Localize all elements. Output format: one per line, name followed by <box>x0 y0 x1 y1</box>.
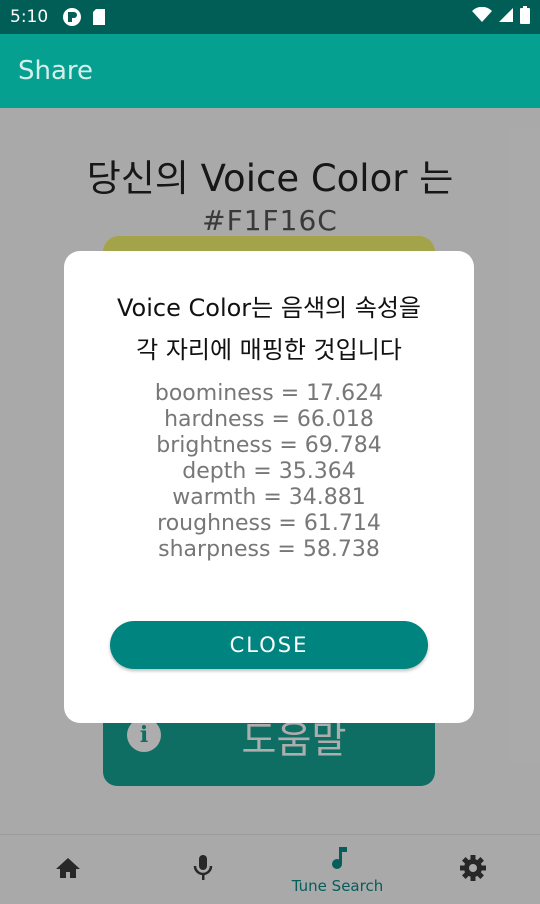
notification-app-icon <box>62 7 82 27</box>
attribute-boominess: boominess = 17.624 <box>154 381 384 406</box>
attribute-brightness: brightness = 69.784 <box>156 433 382 458</box>
attribute-sharpness: sharpness = 58.738 <box>158 537 380 562</box>
attribute-hardness: hardness = 66.018 <box>164 407 374 432</box>
signal-icon <box>498 7 514 28</box>
close-button[interactable]: CLOSE <box>110 621 428 669</box>
battery-icon <box>520 5 530 29</box>
sd-card-icon <box>92 8 106 26</box>
attribute-list: boominess = 17.624 hardness = 66.018 bri… <box>64 381 474 563</box>
dialog-title-line-1: Voice Color는 음색의 속성을 <box>117 294 421 322</box>
app-bar-title: Share <box>18 56 94 86</box>
attribute-depth: depth = 35.364 <box>182 459 356 484</box>
status-bar: 5:10 <box>0 0 540 34</box>
status-time: 5:10 <box>10 7 49 27</box>
dialog-title-line-2: 각 자리에 매핑한 것입니다 <box>136 336 402 364</box>
attribute-warmth: warmth = 34.881 <box>172 485 366 510</box>
info-dialog: Voice Color는 음색의 속성을 각 자리에 매핑한 것입니다 boom… <box>64 251 474 723</box>
app-bar: Share <box>0 34 540 108</box>
dialog-title: Voice Color는 음색의 속성을 각 자리에 매핑한 것입니다 <box>64 287 474 371</box>
wifi-icon <box>472 6 492 28</box>
attribute-roughness: roughness = 61.714 <box>157 511 381 536</box>
